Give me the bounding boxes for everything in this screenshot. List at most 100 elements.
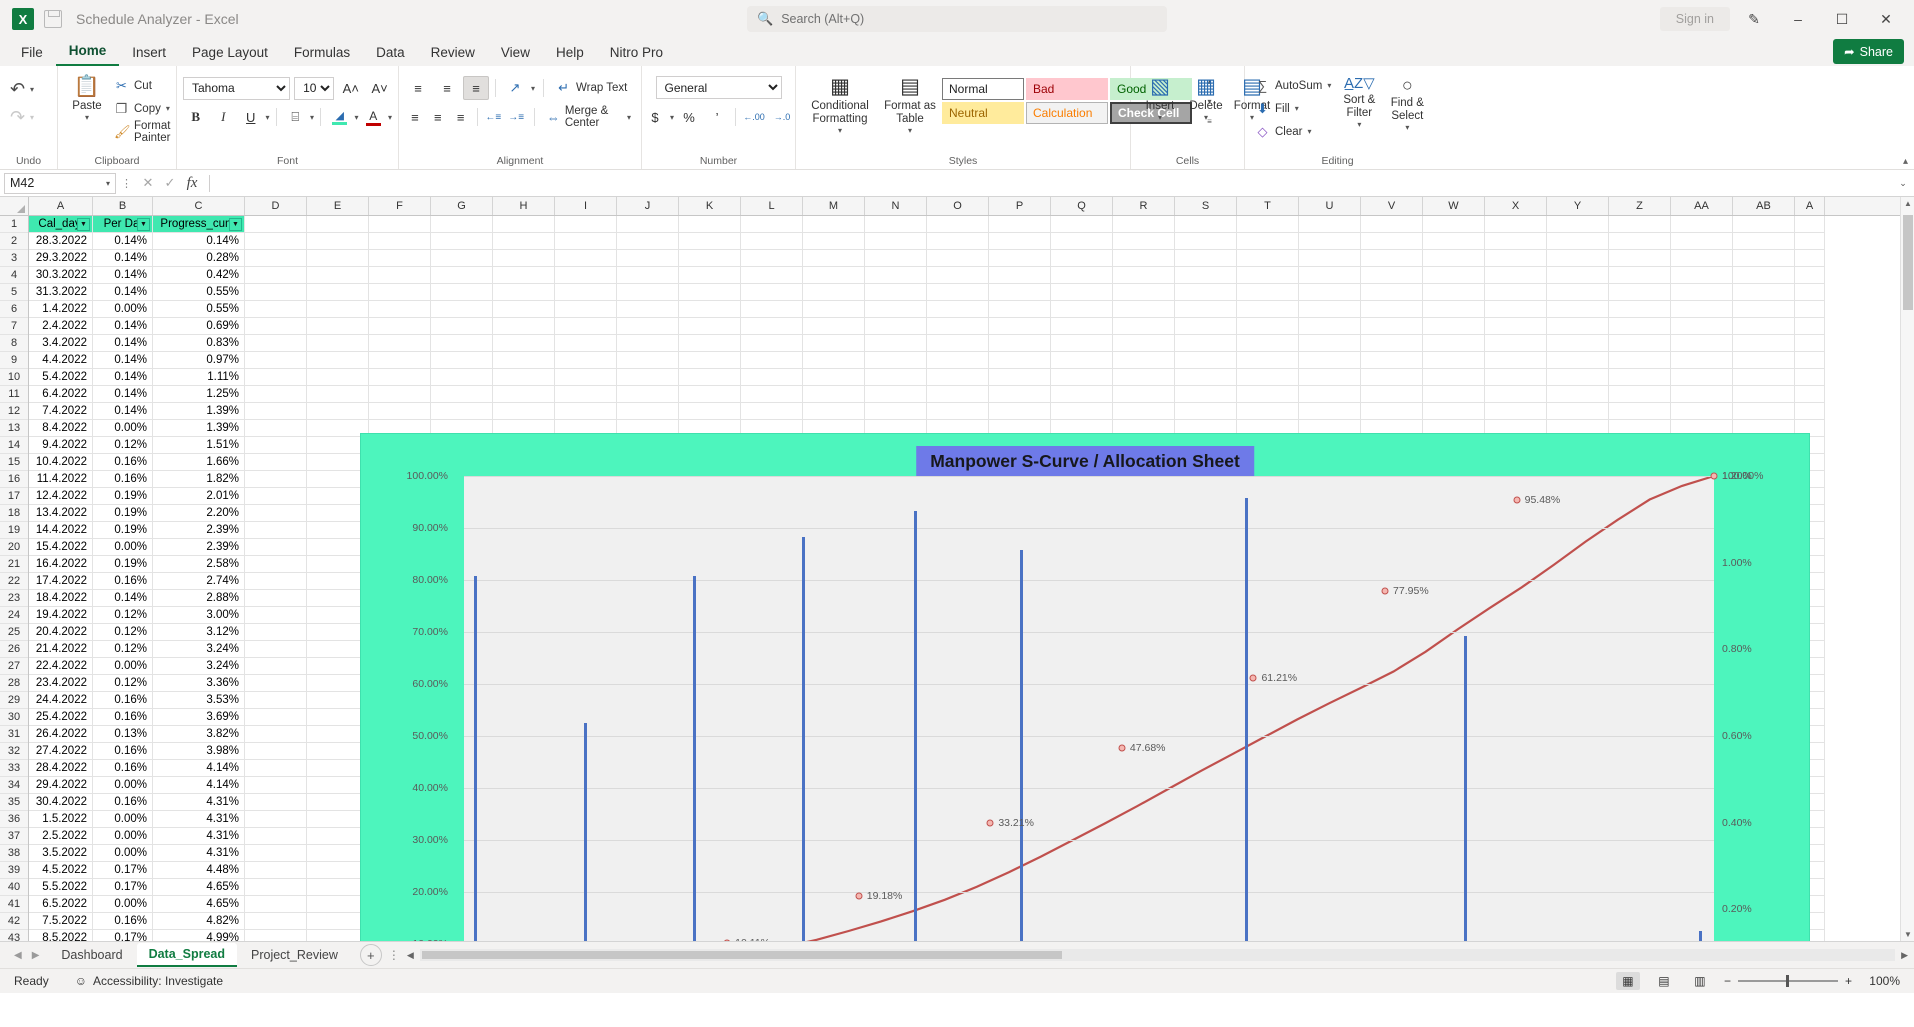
table-cell[interactable] — [989, 386, 1051, 403]
tab-home[interactable]: Home — [56, 40, 120, 66]
table-cell[interactable] — [245, 828, 307, 845]
table-cell[interactable] — [431, 369, 493, 386]
table-cell[interactable] — [865, 318, 927, 335]
table-cell[interactable]: 5.4.2022 — [29, 369, 93, 386]
table-cell[interactable] — [245, 845, 307, 862]
table-cell[interactable]: 6.5.2022 — [29, 896, 93, 913]
scroll-down-icon[interactable]: ▼ — [1901, 930, 1914, 939]
increase-decimal-icon[interactable]: ←.00 — [741, 105, 767, 129]
table-cell[interactable] — [245, 896, 307, 913]
chevron-down-icon[interactable]: ▾ — [30, 85, 34, 94]
cell-style-neutral[interactable]: Neutral — [942, 102, 1024, 124]
row-header-31[interactable]: 31 — [0, 726, 28, 743]
table-cell[interactable]: 4.65% — [153, 879, 245, 896]
table-cell[interactable] — [307, 760, 369, 777]
table-cell[interactable] — [245, 726, 307, 743]
table-cell[interactable] — [803, 301, 865, 318]
table-cell[interactable] — [1175, 301, 1237, 318]
table-header-cell[interactable] — [1733, 216, 1795, 233]
table-cell[interactable] — [1485, 233, 1547, 250]
conditional-formatting-button[interactable]: ▦ Conditional Formatting ▾ — [802, 74, 878, 138]
table-cell[interactable] — [741, 352, 803, 369]
table-cell[interactable] — [679, 267, 741, 284]
table-cell[interactable]: 0.19% — [93, 556, 153, 573]
table-cell[interactable]: 4.5.2022 — [29, 862, 93, 879]
row-header-23[interactable]: 23 — [0, 590, 28, 607]
table-cell[interactable]: 4.4.2022 — [29, 352, 93, 369]
table-cell[interactable] — [1237, 318, 1299, 335]
table-cell[interactable] — [245, 607, 307, 624]
table-cell[interactable] — [1485, 386, 1547, 403]
table-cell[interactable]: 3.98% — [153, 743, 245, 760]
table-cell[interactable] — [245, 454, 307, 471]
table-cell[interactable] — [555, 352, 617, 369]
table-cell[interactable]: 23.4.2022 — [29, 675, 93, 692]
table-cell[interactable] — [369, 233, 431, 250]
table-cell[interactable] — [927, 267, 989, 284]
table-cell[interactable] — [1361, 403, 1423, 420]
table-cell[interactable] — [865, 335, 927, 352]
table-cell[interactable] — [493, 301, 555, 318]
table-cell[interactable] — [803, 233, 865, 250]
table-cell[interactable] — [1547, 233, 1609, 250]
table-cell[interactable] — [1485, 267, 1547, 284]
table-cell[interactable] — [741, 318, 803, 335]
table-cell[interactable]: 0.14% — [93, 284, 153, 301]
table-row[interactable]: 30.3.20220.14%0.42% — [29, 267, 1914, 284]
table-cell[interactable] — [245, 301, 307, 318]
tab-review[interactable]: Review — [418, 42, 488, 66]
table-cell[interactable]: 0.14% — [93, 352, 153, 369]
table-cell[interactable]: 0.00% — [93, 420, 153, 437]
table-cell[interactable]: 0.00% — [93, 811, 153, 828]
table-cell[interactable]: 0.00% — [93, 828, 153, 845]
table-cell[interactable] — [989, 250, 1051, 267]
chevron-down-icon[interactable]: ▾ — [1295, 104, 1299, 113]
table-cell[interactable] — [1671, 352, 1733, 369]
table-cell[interactable] — [1795, 403, 1825, 420]
table-cell[interactable] — [1113, 250, 1175, 267]
table-cell[interactable] — [307, 658, 369, 675]
table-cell[interactable]: 2.5.2022 — [29, 828, 93, 845]
table-cell[interactable] — [307, 505, 369, 522]
table-cell[interactable] — [1051, 301, 1113, 318]
table-cell[interactable] — [307, 675, 369, 692]
table-header-cell[interactable] — [741, 216, 803, 233]
redo-button[interactable]: ↷ ▾ — [6, 104, 38, 130]
orientation-icon[interactable]: ↗ — [502, 76, 528, 100]
table-cell[interactable] — [865, 284, 927, 301]
table-cell[interactable] — [927, 369, 989, 386]
table-cell[interactable] — [1175, 369, 1237, 386]
chevron-down-icon[interactable]: ▾ — [1405, 123, 1409, 132]
table-cell[interactable] — [245, 420, 307, 437]
table-cell[interactable]: 4.82% — [153, 913, 245, 930]
table-cell[interactable] — [431, 352, 493, 369]
table-cell[interactable] — [1113, 301, 1175, 318]
row-header-12[interactable]: 12 — [0, 403, 28, 420]
table-cell[interactable] — [245, 488, 307, 505]
table-cell[interactable] — [1299, 267, 1361, 284]
table-cell[interactable] — [245, 811, 307, 828]
table-cell[interactable] — [1175, 386, 1237, 403]
view-normal-icon[interactable]: ▦ — [1616, 972, 1640, 990]
row-header-13[interactable]: 13 — [0, 420, 28, 437]
column-header-F[interactable]: F — [369, 197, 431, 215]
font-name-select[interactable]: Tahoma — [183, 77, 290, 100]
table-cell[interactable]: 0.16% — [93, 760, 153, 777]
table-cell[interactable]: 2.58% — [153, 556, 245, 573]
table-cell[interactable] — [1175, 250, 1237, 267]
table-cell[interactable] — [1547, 369, 1609, 386]
table-header-cell[interactable] — [307, 216, 369, 233]
font-color-button[interactable]: A — [361, 105, 387, 129]
minimize-button[interactable]: – — [1778, 4, 1818, 34]
table-cell[interactable]: 0.12% — [93, 607, 153, 624]
view-page-layout-icon[interactable]: ▤ — [1652, 972, 1676, 990]
cell-style-bad[interactable]: Bad — [1026, 78, 1108, 100]
paste-button[interactable]: 📋 Paste ▾ — [64, 70, 110, 124]
column-header-R[interactable]: R — [1113, 197, 1175, 215]
table-cell[interactable] — [803, 318, 865, 335]
table-cell[interactable]: 1.25% — [153, 386, 245, 403]
table-cell[interactable]: 0.12% — [93, 641, 153, 658]
table-cell[interactable] — [1299, 284, 1361, 301]
chevron-down-icon[interactable]: ▾ — [908, 126, 912, 135]
table-cell[interactable] — [307, 488, 369, 505]
